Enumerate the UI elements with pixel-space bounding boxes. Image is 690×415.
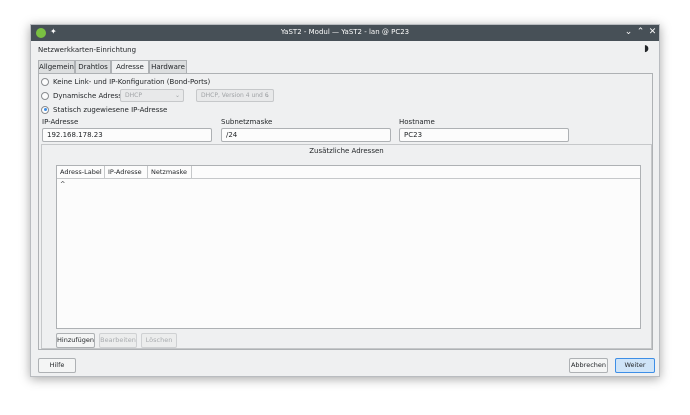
radio-label: Keine Link- und IP-Konfiguration (Bond-P… [53,77,211,86]
help-button[interactable]: Hilfe [38,358,76,373]
radio-static[interactable]: Statisch zugewiesene IP-Adresse [41,104,167,115]
column-header-ip-address[interactable]: IP-Adresse [105,166,148,179]
dhcp-select-value: DHCP [125,92,142,99]
chevron-down-icon: ⌄ [264,92,270,99]
radio-button[interactable] [41,77,49,86]
dhcp-select[interactable]: DHCP ⌄ [120,89,184,102]
additional-addresses-table[interactable]: Adress-Label ^ IP-Adresse Netzmaske [56,165,641,329]
column-header-address-label[interactable]: Adress-Label ^ [57,166,105,188]
radio-dynamic[interactable]: Dynamische Adresse [41,90,126,101]
yast-window: ✦ YaST2 - Modul — YaST2 - lan @ PC23 ⌄ ⌃… [30,24,660,377]
dhcp-version-select[interactable]: DHCP, Version 4 und 6 ⌄ [196,89,274,102]
column-header-text: Adress-Label [60,168,102,176]
chevron-down-icon: ⌄ [174,92,180,99]
tab-allgemein[interactable]: Allgemein [38,60,75,73]
dhcp-version-value: DHCP, Version 4 und 6 [201,92,269,99]
additional-addresses-group: Zusätzliche Adressen Adress-Label ^ IP-A… [41,144,652,349]
radio-button[interactable] [41,91,49,100]
tab-adresse[interactable]: Adresse [111,60,149,74]
address-panel: Keine Link- und IP-Konfiguration (Bond-P… [38,73,653,350]
hostname-label: Hostname [399,118,435,126]
radio-no-config[interactable]: Keine Link- und IP-Konfiguration (Bond-P… [41,76,210,87]
ip-address-field[interactable]: 192.168.178.23 [42,128,212,142]
minimize-button[interactable]: ⌄ [623,27,634,38]
radio-label: Statisch zugewiesene IP-Adresse [53,105,168,114]
tab-drahtlos[interactable]: Drahtlos [75,60,111,73]
sort-ascending-icon: ^ [60,180,66,188]
title-bar[interactable]: ✦ YaST2 - Modul — YaST2 - lan @ PC23 ⌄ ⌃… [31,25,659,41]
hostname-field[interactable]: PC23 [399,128,569,142]
subnet-mask-field[interactable]: /24 [221,128,391,142]
radio-button-checked[interactable] [41,105,49,114]
table-header: Adress-Label ^ IP-Adresse Netzmaske [57,166,640,188]
maximize-button[interactable]: ⌃ [635,27,646,38]
edit-button[interactable]: Bearbeiten [99,333,137,348]
ip-address-label: IP-Adresse [42,118,79,126]
subnet-mask-label: Subnetzmaske [221,118,273,126]
page-title: Netzwerkkarten-Einrichtung [38,46,137,54]
next-button[interactable]: Weiter [615,358,655,373]
moon-icon: ◗ [644,44,649,54]
additional-addresses-title: Zusätzliche Adressen [309,147,384,155]
radio-label: Dynamische Adresse [53,91,127,100]
add-button[interactable]: Hinzufügen [56,333,95,348]
cancel-button[interactable]: Abbrechen [569,358,608,373]
tab-hardware[interactable]: Hardware [149,60,187,73]
column-header-netmask[interactable]: Netzmaske [148,166,192,179]
close-button[interactable]: ✕ [647,27,658,38]
window-title: YaST2 - Modul — YaST2 - lan @ PC23 [280,28,410,36]
delete-button[interactable]: Löschen [141,333,177,348]
